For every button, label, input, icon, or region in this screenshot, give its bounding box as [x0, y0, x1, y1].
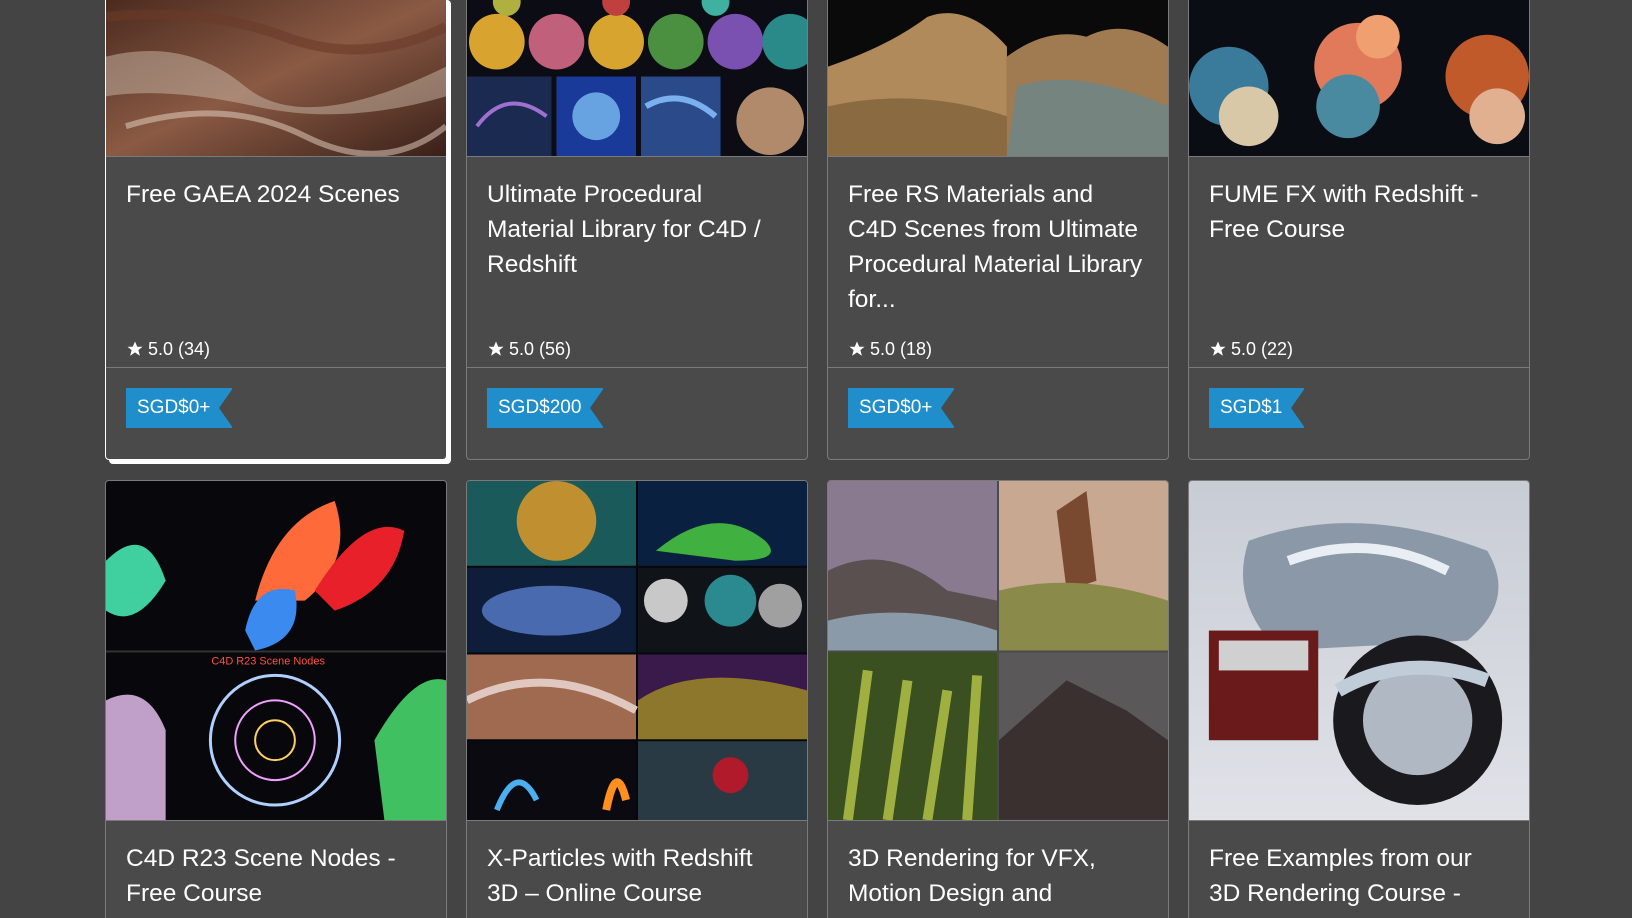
price-tag: SGD$1: [1209, 387, 1306, 428]
product-card[interactable]: Free Examples from our 3D Rendering Cour…: [1188, 480, 1530, 918]
product-title[interactable]: FUME FX with Redshift - Free Course: [1189, 157, 1529, 331]
product-card[interactable]: C4D R23 Scene Nodes C4D R23 Scene Nodes …: [105, 480, 447, 918]
star-icon: [849, 341, 865, 356]
rating-value: 5.0 (22): [1231, 338, 1294, 359]
rating-value: 5.0 (56): [509, 338, 572, 359]
product-card[interactable]: FUME FX with Redshift - Free Course 5.0 …: [1188, 0, 1530, 460]
product-footer: SGD$0+: [106, 367, 446, 447]
product-rating: 5.0 (56): [467, 331, 807, 367]
product-rating: 5.0 (34): [106, 331, 446, 367]
product-title[interactable]: Free Examples from our 3D Rendering Cour…: [1189, 821, 1529, 911]
rating-value: 5.0 (18): [870, 338, 933, 359]
product-card[interactable]: 3D Rendering for VFX, Motion Design and: [827, 480, 1169, 918]
star-icon: [127, 341, 143, 356]
product-grid: Free GAEA 2024 Scenes 5.0 (34) SGD$0+ Ul…: [0, 0, 1632, 918]
product-footer: SGD$1: [1189, 367, 1529, 447]
product-title[interactable]: Free GAEA 2024 Scenes: [106, 157, 446, 331]
product-thumbnail[interactable]: C4D R23 Scene Nodes: [106, 481, 446, 821]
product-card[interactable]: Free GAEA 2024 Scenes 5.0 (34) SGD$0+: [105, 0, 447, 460]
price-tag: SGD$0+: [126, 387, 234, 428]
product-title[interactable]: X-Particles with Redshift 3D – Online Co…: [467, 821, 807, 911]
product-rating: 5.0 (18): [828, 331, 1168, 367]
product-thumbnail[interactable]: [106, 0, 446, 157]
product-card[interactable]: Free RS Materials and C4D Scenes from Ul…: [827, 0, 1169, 460]
star-icon: [488, 341, 504, 356]
product-thumbnail[interactable]: [1189, 481, 1529, 821]
product-footer: SGD$0+: [828, 367, 1168, 447]
rating-value: 5.0 (34): [148, 338, 211, 359]
product-title[interactable]: C4D R23 Scene Nodes - Free Course: [106, 821, 446, 911]
product-thumbnail[interactable]: [828, 0, 1168, 157]
product-card[interactable]: Ultimate Procedural Material Library for…: [466, 0, 808, 460]
product-thumbnail[interactable]: [828, 481, 1168, 821]
product-title[interactable]: Free RS Materials and C4D Scenes from Ul…: [828, 157, 1168, 331]
product-footer: SGD$200: [467, 367, 807, 447]
product-thumbnail[interactable]: [1189, 0, 1529, 157]
product-rating: 5.0 (22): [1189, 331, 1529, 367]
price-tag: SGD$200: [487, 387, 605, 428]
product-thumbnail[interactable]: [467, 481, 807, 821]
product-thumbnail[interactable]: [467, 0, 807, 157]
star-icon: [1210, 341, 1226, 356]
price-tag: SGD$0+: [848, 387, 956, 428]
product-card[interactable]: X-Particles with Redshift 3D – Online Co…: [466, 480, 808, 918]
product-title[interactable]: Ultimate Procedural Material Library for…: [467, 157, 807, 331]
thumbnail-caption: C4D R23 Scene Nodes: [211, 655, 325, 667]
product-title[interactable]: 3D Rendering for VFX, Motion Design and: [828, 821, 1168, 911]
